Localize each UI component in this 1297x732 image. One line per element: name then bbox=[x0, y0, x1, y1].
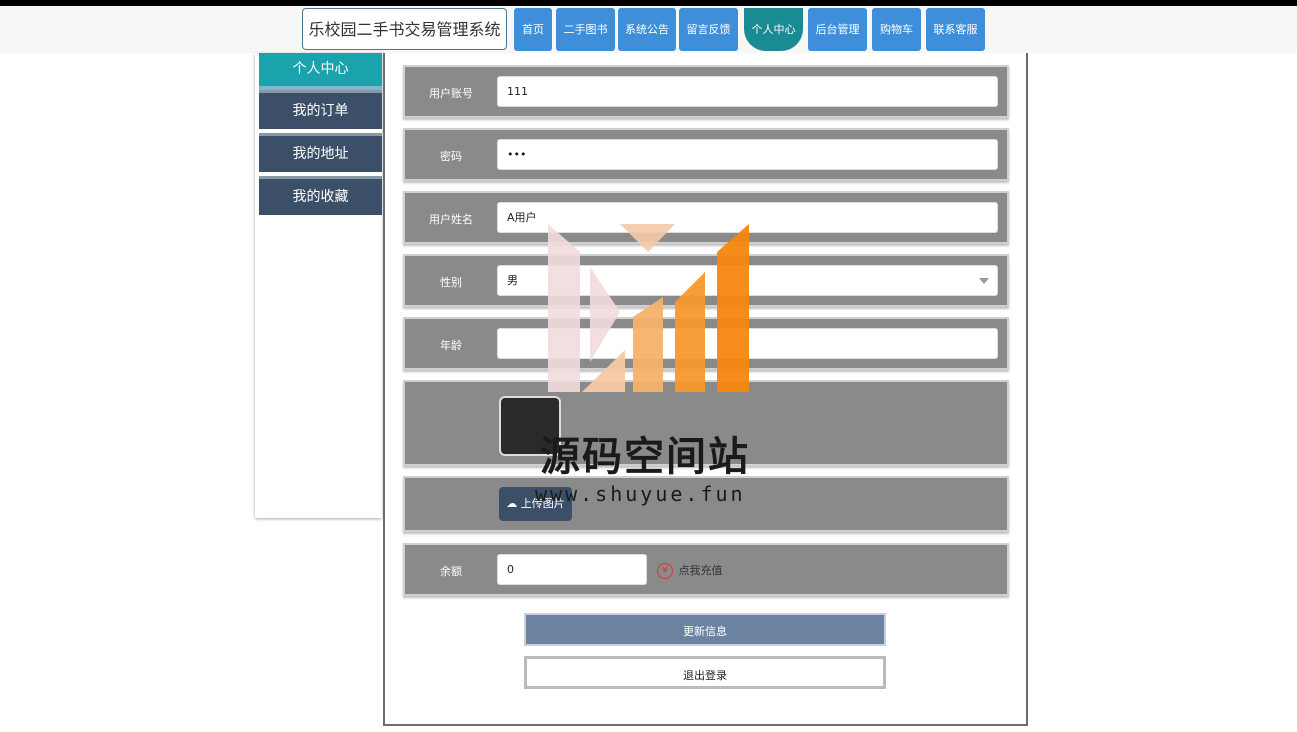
recharge-label: 点我充值 bbox=[678, 564, 723, 577]
age-row: 年龄 bbox=[403, 317, 1009, 370]
gender-value: 男 bbox=[507, 274, 518, 287]
age-label: 年龄 bbox=[440, 339, 462, 352]
watermark-title: 源码空间站 bbox=[540, 434, 750, 480]
age-input[interactable] bbox=[497, 328, 998, 359]
watermark-url: www.shuyue.fun bbox=[535, 482, 746, 506]
account-label: 用户账号 bbox=[429, 87, 473, 100]
sidebar-item-address[interactable]: 我的地址 bbox=[259, 133, 382, 172]
sidebar-item-orders[interactable]: 我的订单 bbox=[259, 90, 382, 129]
nav-personal-center[interactable]: 个人中心 bbox=[744, 8, 803, 51]
nav-home[interactable]: 首页 bbox=[514, 8, 552, 51]
nav-admin[interactable]: 后台管理 bbox=[808, 8, 867, 51]
header: 乐校园二手书交易管理系统 首页 二手图书 系统公告 留言反馈 个人中心 后台管理… bbox=[0, 6, 1297, 53]
password-row: 密码 ••• bbox=[403, 128, 1009, 181]
yuan-icon: ¥ bbox=[657, 563, 673, 579]
gender-label: 性别 bbox=[440, 276, 462, 289]
gender-row: 性别 男 bbox=[403, 254, 1009, 307]
name-row: 用户姓名 A用户 bbox=[403, 191, 1009, 244]
account-row: 用户账号 111 bbox=[403, 65, 1009, 118]
sidebar: 个人中心 我的订单 我的地址 我的收藏 bbox=[255, 53, 382, 518]
password-input[interactable]: ••• bbox=[497, 139, 998, 170]
account-input[interactable]: 111 bbox=[497, 76, 998, 107]
password-label: 密码 bbox=[440, 150, 462, 163]
gender-select[interactable]: 男 bbox=[497, 265, 998, 296]
cloud-upload-icon: ☁ bbox=[506, 497, 518, 510]
update-info-button[interactable]: 更新信息 bbox=[524, 613, 886, 646]
nav-books[interactable]: 二手图书 bbox=[556, 8, 615, 51]
nav-cart[interactable]: 购物车 bbox=[872, 8, 921, 51]
balance-label: 余额 bbox=[440, 565, 462, 578]
name-input[interactable]: A用户 bbox=[497, 202, 998, 233]
chevron-down-icon bbox=[979, 278, 989, 284]
nav-feedback[interactable]: 留言反馈 bbox=[679, 8, 738, 51]
name-label: 用户姓名 bbox=[429, 213, 473, 226]
sidebar-item-personal-center[interactable]: 个人中心 bbox=[259, 53, 382, 90]
logout-button[interactable]: 退出登录 bbox=[524, 656, 886, 689]
nav-notice[interactable]: 系统公告 bbox=[618, 8, 676, 51]
nav-contact[interactable]: 联系客服 bbox=[926, 8, 985, 51]
balance-input[interactable]: 0 bbox=[497, 554, 647, 585]
sidebar-item-favorites[interactable]: 我的收藏 bbox=[259, 176, 382, 215]
balance-row: 余额 0 ¥ 点我充值 bbox=[403, 543, 1009, 596]
recharge-link[interactable]: ¥ 点我充值 bbox=[657, 562, 723, 579]
site-title: 乐校园二手书交易管理系统 bbox=[302, 8, 507, 50]
